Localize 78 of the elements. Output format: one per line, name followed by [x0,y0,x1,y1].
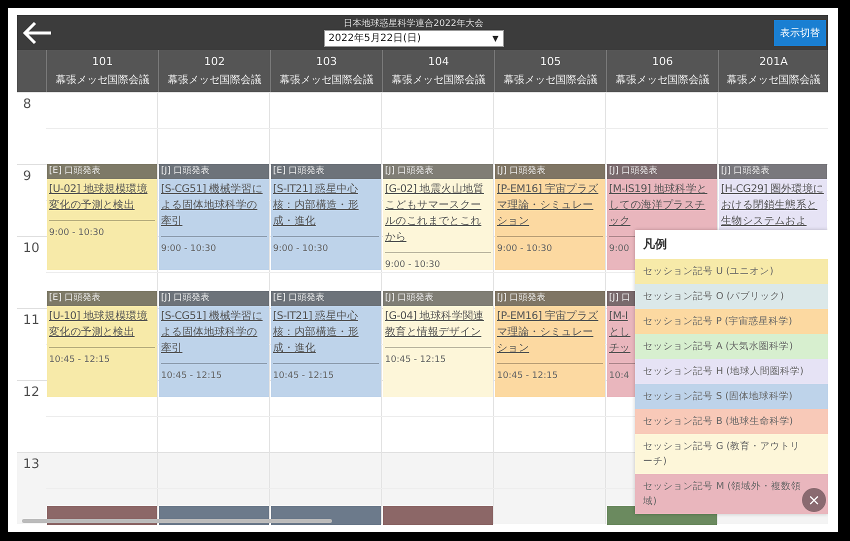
session-title-link[interactable]: [U-02] 地球規模環境変化の予測と検出 [47,179,157,216]
presentation-type: [E] 口頭発表 [47,291,157,306]
hour-label: 11 [22,312,41,330]
session-card[interactable]: [J] 口頭発表 [P-EM16] 宇宙プラズマ理論・シミュレーション 10:45 - 12:15 [495,291,605,397]
presentation-type: [E] 口頭発表 [271,164,381,179]
presentation-type: [E] 口頭発表 [47,164,157,179]
session-card[interactable]: [J] 口頭発表 [S-CG51] 機械学習による固体地球科学の牽引 9:00 - 10:30 [159,164,269,270]
hour-label: 12 [22,384,41,402]
legend-item: セッション記号 P (宇宙惑星科学) [635,309,828,334]
session-time: 10:45 - 12:15 [273,363,379,381]
session-time: 9:00 - 10:30 [497,236,603,254]
scrollbar[interactable] [22,519,332,523]
session-title-link[interactable]: [U-10] 地球規模環境変化の予測と検出 [47,306,157,343]
venue-name: 幕張メッセ国際会議 [168,73,262,87]
session-time: 10:45 - 12:15 [385,347,491,365]
back-arrow-icon[interactable] [21,20,53,46]
session-card[interactable]: [E] 口頭発表 [S-IT21] 惑星中心核：内部構造・形成・進化 9:00 - 10:30 [271,164,381,270]
legend-title: 凡例 [642,236,668,253]
room-number: 201A [759,55,788,68]
hour-label: 10 [22,240,41,258]
room-number: 101 [92,55,113,68]
session-title-link[interactable]: [S-IT21] 惑星中心核：内部構造・形成・進化 [271,179,381,232]
session-title-link[interactable]: [G-04] 地球科学関連教育と情報デザイン [383,306,493,343]
presentation-type: [J] 口頭発表 [383,164,493,179]
session-card[interactable]: [J] 口頭発表 [P-EM16] 宇宙プラズマ理論・シミュレーション 9:00 - 10:30 [495,164,605,270]
hour-label: 13 [22,456,41,474]
display-toggle-button[interactable]: 表示切替 [774,20,826,46]
presentation-type: [J] 口頭発表 [159,164,269,179]
session-title-link[interactable]: [P-EM16] 宇宙プラズマ理論・シミュレーション [495,306,605,359]
presentation-type: [J] 口頭発表 [495,291,605,306]
room-number: 102 [204,55,225,68]
legend-item: セッション記号 U (ユニオン) [635,259,828,284]
venue-name: 幕張メッセ国際会議 [56,73,150,87]
room-number: 106 [652,55,673,68]
session-title-link[interactable]: [S-CG51] 機械学習による固体地球科学の牽引 [159,306,269,359]
conference-title: 日本地球惑星科学連合2022年大会 [344,18,484,30]
session-title-link[interactable]: [M-IS19] 地球科学としての海洋プラスチック [607,179,717,232]
legend-item: セッション記号 G (教育・アウトリーチ) [635,434,828,474]
session-time: 9:00 - 10:30 [273,236,379,254]
session-time: 9:00 - 10:30 [385,252,491,270]
presentation-type: [J] 口頭発表 [607,164,717,179]
presentation-type: [J] 口頭発表 [159,291,269,306]
session-time: 9:00 - 10:30 [49,220,155,238]
session-time: 10:45 - 12:15 [161,363,267,381]
venue-name: 幕張メッセ国際会議 [616,73,710,87]
session-time: 10:45 - 12:15 [497,363,603,381]
hour-label: 8 [22,96,32,114]
session-title-link[interactable]: [S-CG51] 機械学習による固体地球科学の牽引 [159,179,269,232]
session-card[interactable]: [J] 口頭発表 [G-02] 地震火山地質こどもサマースクールのこれまでとこれから 9:00 - 10:30 [383,164,493,270]
session-title-link[interactable]: [S-IT21] 惑星中心核：内部構造・形成・進化 [271,306,381,359]
venue-name: 幕張メッセ国際会議 [280,73,374,87]
session-title-link[interactable]: [H-CG29] 圏外環境における閉鎖生態系と生物システムおよ [719,179,827,232]
legend-item: セッション記号 S (固体地球科学) [635,384,828,409]
presentation-type: [J] 口頭発表 [495,164,605,179]
legend-item: セッション記号 O (パブリック) [635,284,828,309]
presentation-type: [E] 口頭発表 [271,291,381,306]
session-card[interactable]: [J] 口頭発表 [S-CG51] 機械学習による固体地球科学の牽引 10:45 - 12:15 [159,291,269,397]
legend-item: セッション記号 H (地球人間圏科学) [635,359,828,384]
session-title-link[interactable]: [P-EM16] 宇宙プラズマ理論・シミュレーション [495,179,605,232]
legend-item: セッション記号 A (大気水圏科学) [635,334,828,359]
venue-name: 幕張メッセ国際会議 [504,73,598,87]
venue-name: 幕張メッセ国際会議 [392,73,486,87]
session-time: 10:45 - 12:15 [49,347,155,365]
session-card[interactable]: [E] 口頭発表 [S-IT21] 惑星中心核：内部構造・形成・進化 10:45 - 12:15 [271,291,381,397]
room-number: 104 [428,55,449,68]
session-card[interactable]: [E] 口頭発表 [U-10] 地球規模環境変化の予測と検出 10:45 - 12:15 [47,291,157,397]
hour-label: 9 [22,168,32,186]
session-title-link[interactable]: [G-02] 地震火山地質こどもサマースクールのこれまでとこれから [383,179,493,248]
venue-name: 幕張メッセ国際会議 [726,73,820,87]
date-select[interactable]: 2022年5月22日(日) ▼ [324,30,504,46]
presentation-type: [J] 口頭発表 [383,291,493,306]
presentation-type: [J] 口頭発表 [719,164,827,179]
room-number: 105 [540,55,561,68]
legend-item: セッション記号 B (地球生命科学) [635,409,828,434]
session-card[interactable]: [J] 口頭発表 [G-04] 地球科学関連教育と情報デザイン 10:45 - 12:15 [383,291,493,397]
session-card[interactable]: [E] 口頭発表 [U-02] 地球規模環境変化の予測と検出 9:00 - 10:30 [47,164,157,270]
session-time: 9:00 - 10:30 [161,236,267,254]
room-number: 103 [316,55,337,68]
